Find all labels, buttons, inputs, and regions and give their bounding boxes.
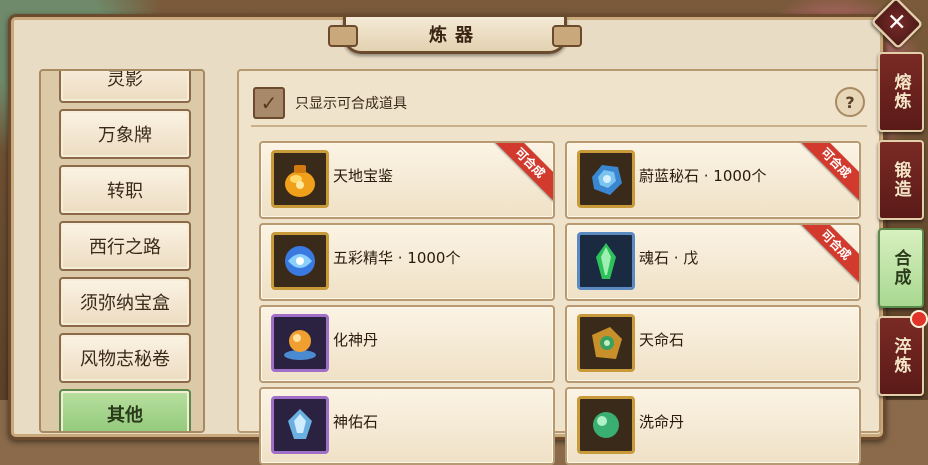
tab-temper[interactable]: 淬炼: [878, 316, 924, 396]
golden-bag-icon: [271, 150, 329, 208]
green-pill-icon: [577, 396, 635, 454]
filter-label: 只显示可合成道具: [295, 96, 407, 112]
item-name: 魂石 · 戊: [639, 249, 699, 267]
question-icon: ?: [845, 92, 855, 112]
craftable-filter-checkbox[interactable]: ✓: [253, 87, 285, 119]
item-name: 神佑石: [333, 413, 379, 431]
orange-pill-icon: [271, 314, 329, 372]
divider: [251, 125, 867, 127]
category-item[interactable]: 须弥纳宝盒: [59, 277, 191, 327]
craftable-ribbon: 可合成: [797, 143, 859, 202]
category-item-active[interactable]: 其他: [59, 389, 191, 431]
forge-window: 炼器 灵影 万象牌 转职 西行之路 须弥纳宝盒 风物志秘卷 其他 ✓ 只显示可合…: [8, 14, 886, 465]
filter-row: ✓ 只显示可合成道具: [253, 87, 407, 119]
notification-dot: [910, 310, 928, 328]
craftable-ribbon: 可合成: [491, 143, 553, 202]
tab-forge[interactable]: 锻造: [878, 140, 924, 220]
check-mark-icon: ✓: [260, 91, 278, 115]
item-card[interactable]: 天命石: [565, 305, 861, 383]
item-panel: ✓ 只显示可合成道具 ? 天地宝鉴 可合成 蔚蓝秘石 · 1000个 可合成 五…: [237, 69, 881, 465]
item-card[interactable]: 化神丹: [259, 305, 555, 383]
fate-stone-icon: [577, 314, 635, 372]
item-card[interactable]: 蔚蓝秘石 · 1000个 可合成: [565, 141, 861, 219]
window-title: 炼器: [328, 17, 582, 54]
item-name: 蔚蓝秘石 · 1000个: [639, 167, 767, 185]
item-card[interactable]: 天地宝鉴 可合成: [259, 141, 555, 219]
blessing-stone-icon: [271, 396, 329, 454]
tab-smelt[interactable]: 熔炼: [878, 52, 924, 132]
category-item[interactable]: 风物志秘卷: [59, 333, 191, 383]
close-icon: ✕: [887, 8, 907, 37]
green-crystal-icon: [577, 232, 635, 290]
item-name: 洗命丹: [639, 413, 685, 431]
category-item[interactable]: 万象牌: [59, 109, 191, 159]
help-button[interactable]: ?: [835, 87, 865, 117]
blue-orb-icon: [271, 232, 329, 290]
item-card[interactable]: 洗命丹: [565, 387, 861, 465]
category-item[interactable]: 转职: [59, 165, 191, 215]
blue-stone-icon: [577, 150, 635, 208]
item-name: 五彩精华 · 1000个: [333, 249, 461, 267]
category-item[interactable]: 西行之路: [59, 221, 191, 271]
item-name: 天命石: [639, 331, 685, 349]
tab-synthesize[interactable]: 合成: [878, 228, 924, 308]
item-card[interactable]: 五彩精华 · 1000个: [259, 223, 555, 301]
craftable-ribbon: 可合成: [797, 225, 859, 284]
item-name: 天地宝鉴: [333, 167, 394, 185]
item-name: 化神丹: [333, 331, 379, 349]
category-item[interactable]: 灵影: [59, 71, 191, 103]
item-card[interactable]: 神佑石: [259, 387, 555, 465]
category-list[interactable]: 灵影 万象牌 转职 西行之路 须弥纳宝盒 风物志秘卷 其他: [39, 69, 205, 433]
item-card[interactable]: 魂石 · 戊 可合成: [565, 223, 861, 301]
